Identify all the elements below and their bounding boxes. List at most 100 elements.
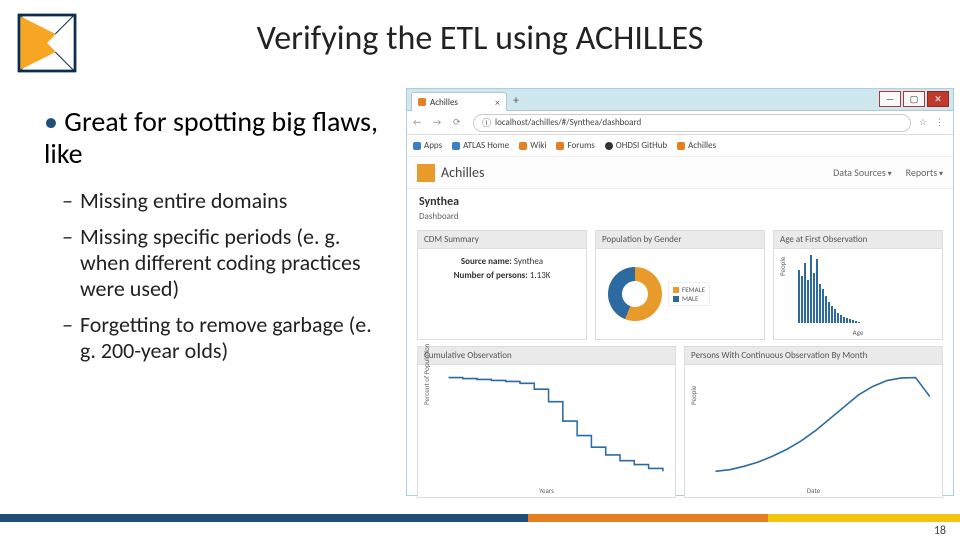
panel-gender-title: Population by Gender [596, 231, 764, 249]
bookmarks-bar: Apps ATLAS Home Wiki Forums OHDSI GitHub… [407, 135, 953, 157]
continuous-ylabel: People [689, 385, 698, 404]
tab-close-icon[interactable]: × [495, 96, 500, 109]
github-icon [605, 142, 613, 150]
nav-reload-icon[interactable]: ⟳ [453, 117, 465, 129]
cumulative-chart [424, 371, 669, 491]
panel-cdm-summary-title: CDM Summary [418, 231, 586, 249]
bookmark-forums[interactable]: Forums [556, 140, 594, 151]
age-bar [816, 259, 818, 323]
nav-forward-icon[interactable]: → [433, 117, 445, 129]
age-bar [804, 263, 806, 323]
tab-title: Achilles [430, 97, 458, 108]
age-bar [852, 320, 854, 323]
age-ylabel: People [778, 257, 787, 276]
age-bar [798, 270, 800, 323]
cumulative-ylabel: Percent of Population [422, 343, 431, 404]
panel-cdm-summary-body: Source name: Synthea Number of persons: … [418, 249, 586, 339]
nav-datasources[interactable]: Data Sources [833, 166, 892, 179]
age-bar [825, 296, 827, 323]
bookmark-achilles[interactable]: Achilles [677, 140, 716, 151]
footer-accent-bar [0, 514, 960, 522]
age-bar [801, 276, 803, 323]
forums-icon [556, 142, 564, 150]
age-bar [819, 284, 821, 323]
gender-donut-chart [608, 267, 662, 321]
panels-row-1: CDM Summary Source name: Synthea Number … [407, 222, 953, 346]
url-text: localhost/achilles/#/Synthea/dashboard [495, 117, 641, 128]
cumulative-xlabel: Years [418, 486, 675, 495]
panel-continuous-title: Persons With Continuous Observation By M… [685, 347, 942, 365]
age-bar [858, 322, 860, 323]
tab-favicon [418, 98, 426, 106]
bullet-sub-0: –Missing entire domains [80, 188, 384, 214]
bullet-sub-1: –Missing specific periods (e. g. when di… [80, 224, 384, 302]
age-bar [849, 319, 851, 323]
age-bar [828, 302, 830, 323]
achilles-screenshot: Achilles × + — ▢ ✕ ← → ⟳ ⓘ localhost/ach… [406, 88, 954, 496]
bullet-list: Great for spotting big flaws, like –Miss… [44, 106, 384, 374]
age-bar [843, 317, 845, 323]
age-histogram [798, 255, 936, 323]
window-minimize-button[interactable]: — [879, 91, 901, 107]
section-name: Dashboard [419, 211, 941, 222]
address-bar[interactable]: ⓘ localhost/achilles/#/Synthea/dashboard [473, 114, 911, 132]
panel-gender-body: FEMALE MALE [596, 249, 764, 339]
age-bar [855, 321, 857, 323]
app-header: Achilles Data Sources Reports [407, 157, 953, 189]
gender-legend: FEMALE MALE [668, 282, 710, 306]
browser-tab-strip: Achilles × + — ▢ ✕ [407, 89, 953, 111]
age-bar [813, 273, 815, 324]
app-title: Achilles [441, 164, 833, 181]
slide-title: Verifying the ETL using ACHILLES [0, 18, 960, 59]
panels-row-2: Cumulative Observation Percent of Popula… [407, 346, 953, 508]
page-number: 18 [934, 524, 946, 538]
panel-age-first-body: People Age [774, 249, 942, 339]
window-maximize-button[interactable]: ▢ [903, 91, 925, 107]
age-bar [837, 313, 839, 323]
browser-toolbar: ← → ⟳ ⓘ localhost/achilles/#/Synthea/das… [407, 111, 953, 135]
legend-swatch-male [673, 296, 679, 302]
app-nav: Data Sources Reports [833, 166, 943, 179]
wiki-icon [519, 142, 527, 150]
age-bar [831, 306, 833, 323]
nav-reports[interactable]: Reports [906, 166, 943, 179]
bookmark-github[interactable]: OHDSI GitHub [605, 140, 667, 151]
panel-age-first: Age at First Observation People Age [773, 230, 943, 340]
app-logo-icon [417, 164, 435, 182]
age-bar [846, 318, 848, 323]
new-tab-icon[interactable]: + [513, 94, 519, 108]
source-name: Synthea [419, 195, 941, 209]
source-row: Synthea Dashboard [407, 189, 953, 222]
nav-back-icon[interactable]: ← [413, 117, 425, 129]
continuous-chart [691, 371, 936, 491]
age-bar [810, 255, 812, 323]
panel-gender: Population by Gender FEMALE MALE [595, 230, 765, 340]
age-bar [834, 309, 836, 323]
window-buttons: — ▢ ✕ [879, 91, 949, 107]
panel-cdm-summary: CDM Summary Source name: Synthea Number … [417, 230, 587, 340]
bullet-sub-2: –Forgetting to remove garbage (e. g. 200… [80, 312, 384, 364]
site-info-icon[interactable]: ⓘ [482, 116, 491, 129]
panel-cumulative-body: Percent of Population Years [418, 365, 675, 497]
browser-tab[interactable]: Achilles × [411, 92, 507, 111]
window-close-button[interactable]: ✕ [927, 91, 949, 107]
panel-continuous-body: People Date [685, 365, 942, 497]
panel-cumulative: Cumulative Observation Percent of Popula… [417, 346, 676, 498]
menu-icon[interactable]: ⋮ [935, 117, 947, 129]
age-bar [840, 315, 842, 323]
bullet-main: Great for spotting big flaws, like [44, 106, 384, 170]
panel-cumulative-title: Cumulative Observation [418, 347, 675, 365]
achilles-icon [677, 142, 685, 150]
age-bar [822, 289, 824, 323]
bookmark-apps[interactable]: Apps [413, 140, 442, 151]
age-bar [807, 280, 809, 323]
panel-age-first-title: Age at First Observation [774, 231, 942, 249]
bookmark-star-icon[interactable]: ☆ [919, 117, 927, 128]
slide: Verifying the ETL using ACHILLES Great f… [0, 0, 960, 540]
bookmark-atlas[interactable]: ATLAS Home [452, 140, 509, 151]
legend-swatch-female [673, 287, 679, 293]
age-xlabel: Age [774, 328, 942, 337]
continuous-xlabel: Date [685, 486, 942, 495]
atlas-icon [452, 142, 460, 150]
bookmark-wiki[interactable]: Wiki [519, 140, 546, 151]
